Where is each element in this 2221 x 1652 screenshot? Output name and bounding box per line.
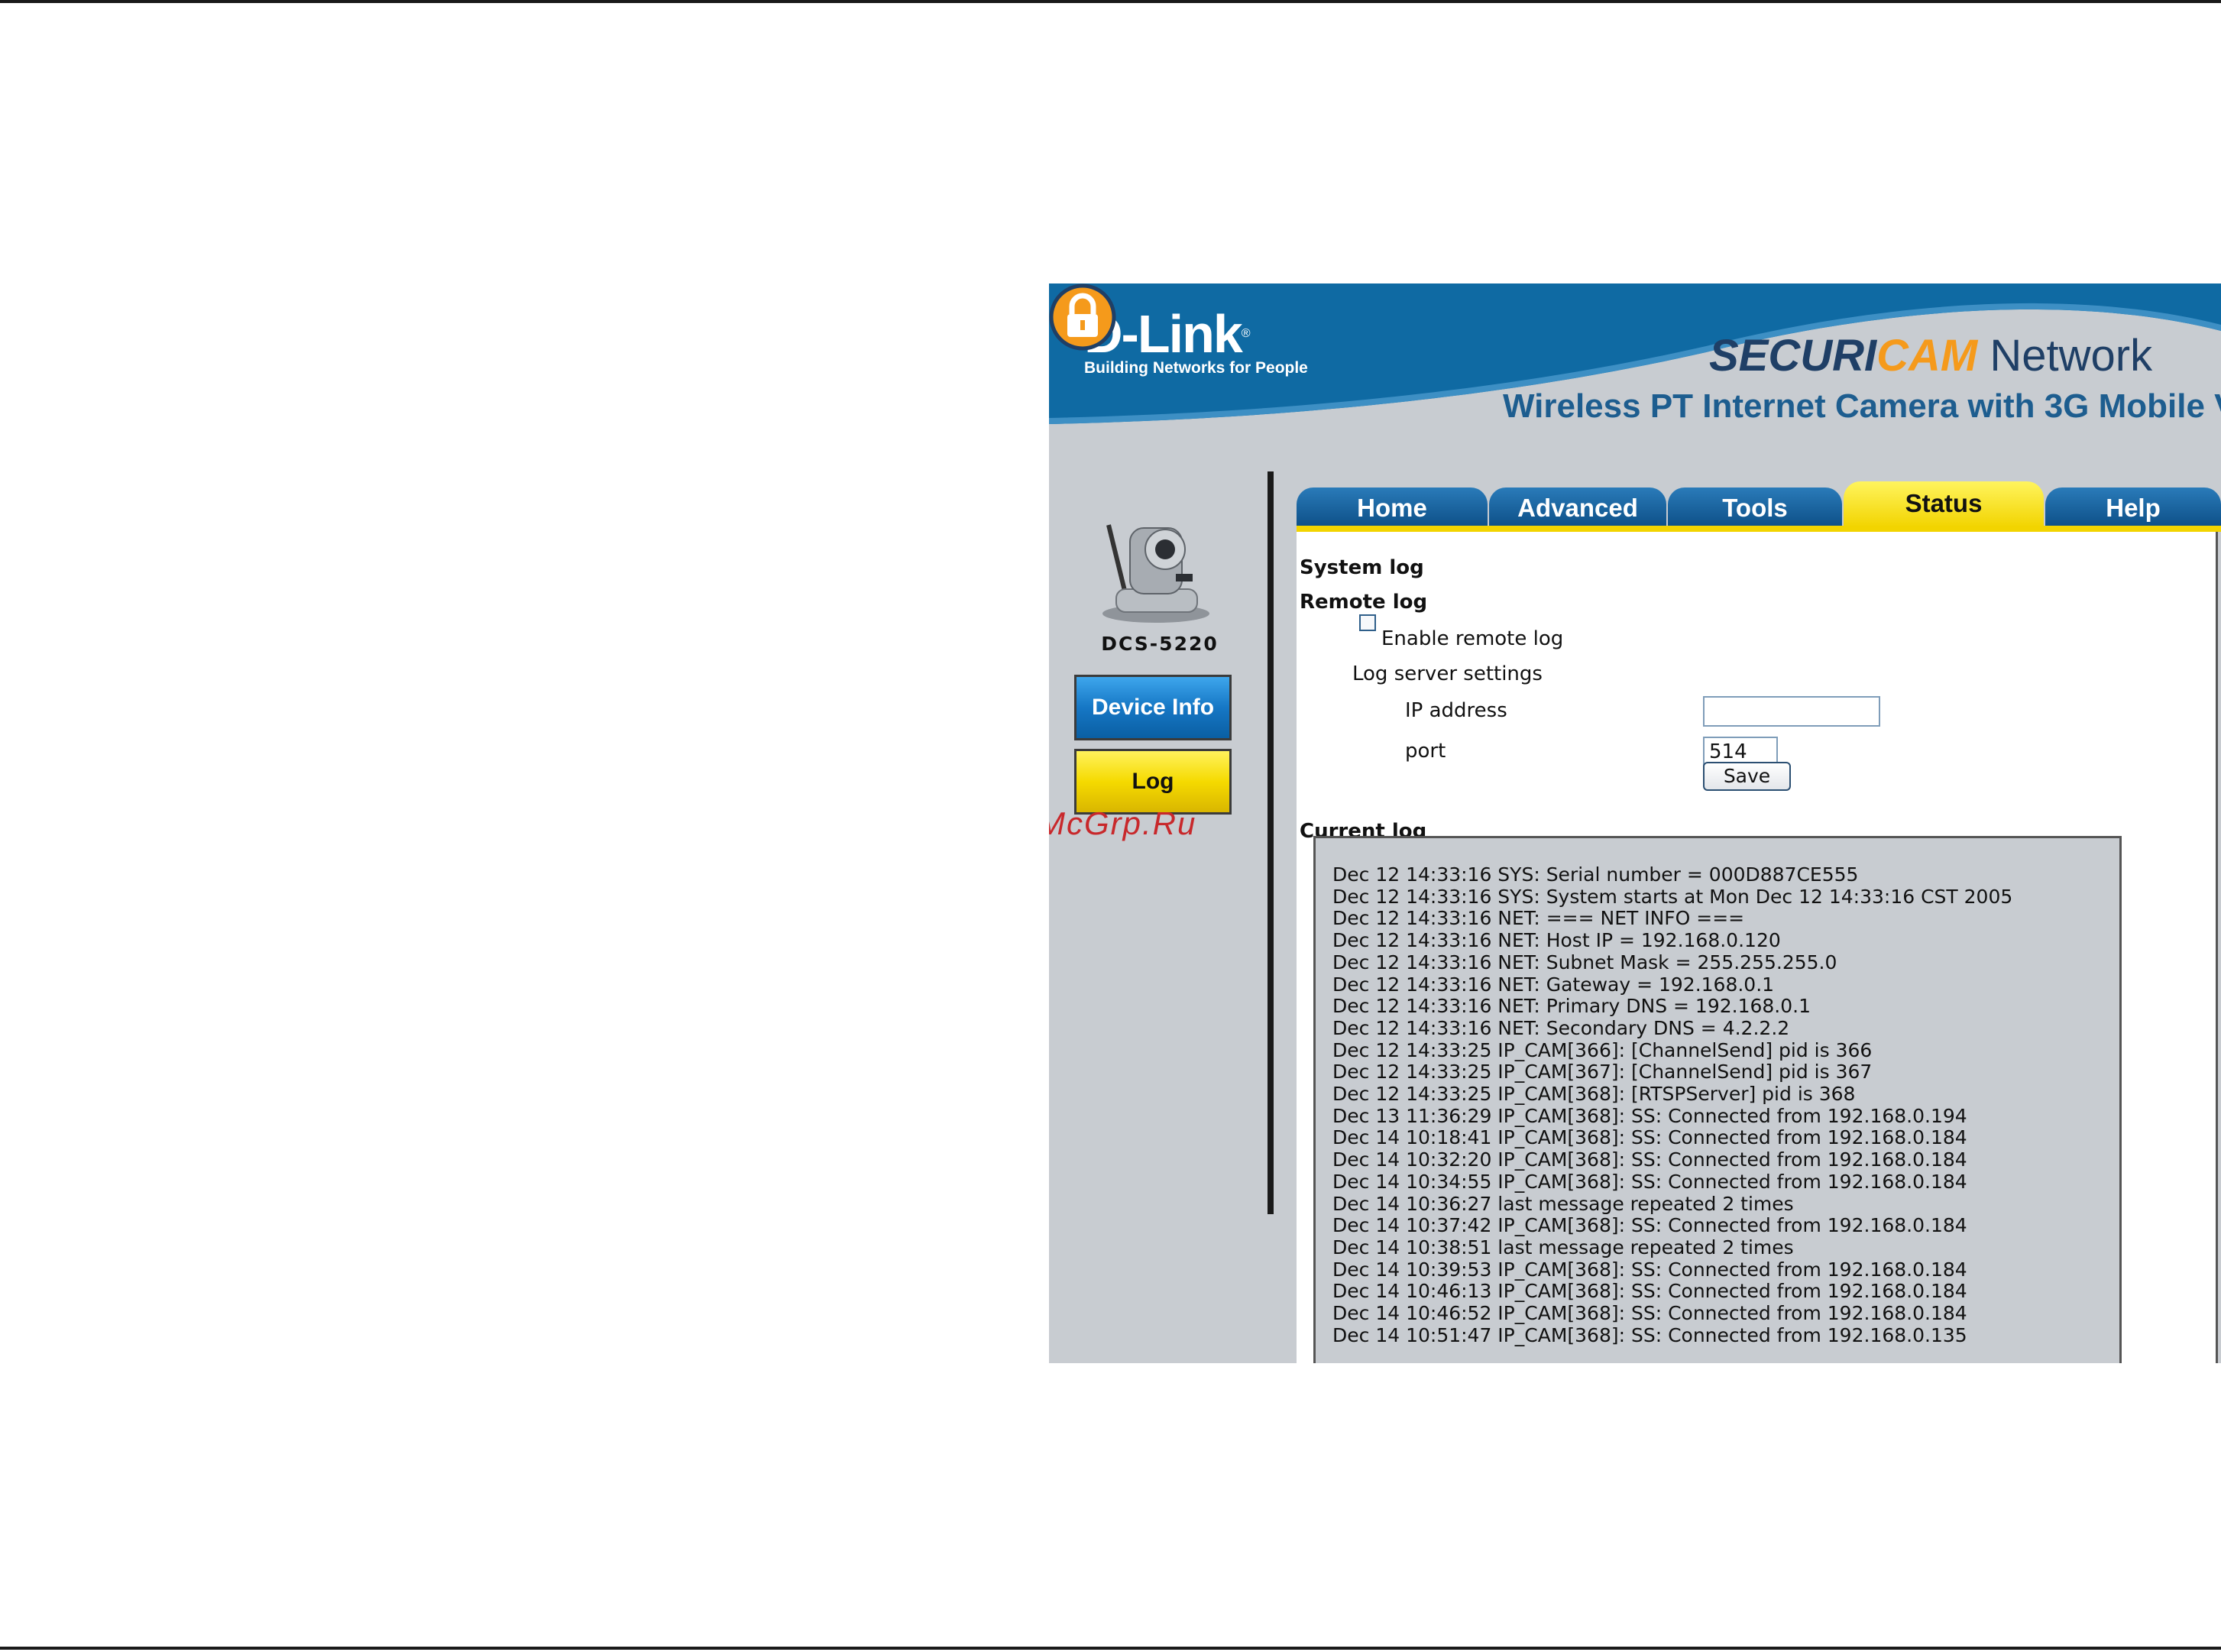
product-title: Wireless PT Internet Camera with 3G Mobi… (1503, 387, 2221, 425)
log-entry: Dec 14 10:39:53 IP_CAM[368]: SS: Connect… (1332, 1258, 1967, 1281)
log-entry: Dec 14 10:46:52 IP_CAM[368]: SS: Connect… (1332, 1302, 1967, 1325)
ip-address-label: IP address (1405, 699, 1507, 722)
enable-remote-log-label: Enable remote log (1381, 627, 1564, 650)
tab-tools[interactable]: Tools (1668, 488, 1842, 527)
log-entry: Dec 12 14:33:25 IP_CAM[366]: [ChannelSen… (1332, 1038, 1873, 1061)
log-entry: Dec 14 10:32:20 IP_CAM[368]: SS: Connect… (1332, 1148, 1967, 1171)
log-entry: Dec 14 10:38:51 last message repeated 2 … (1332, 1236, 1794, 1258)
log-entry: Dec 12 14:33:25 IP_CAM[367]: [ChannelSen… (1332, 1061, 1873, 1084)
model-label: DCS-5220 (1101, 633, 1219, 655)
tab-help[interactable]: Help (2045, 488, 2221, 527)
log-entry: Dec 12 14:33:16 NET: === NET INFO === (1332, 907, 1745, 930)
log-entry: Dec 14 10:34:55 IP_CAM[368]: SS: Connect… (1332, 1170, 1967, 1193)
tab-underline (1297, 526, 2221, 532)
log-entry: Dec 12 14:33:16 SYS: Serial number = 000… (1332, 863, 1859, 886)
log-entry: Dec 13 11:36:29 IP_CAM[368]: SS: Connect… (1332, 1104, 1967, 1127)
log-entry: Dec 12 14:33:16 NET: Gateway = 192.168.0… (1332, 973, 1775, 996)
log-entry: Dec 14 10:37:42 IP_CAM[368]: SS: Connect… (1332, 1214, 1967, 1237)
camera-web-ui: D-Link® Building Networks for People SEC… (1049, 283, 2221, 1363)
tab-home[interactable]: Home (1297, 488, 1488, 527)
bottom-rule (0, 1647, 2221, 1650)
sidebar-divider (1268, 471, 1274, 1214)
header-banner: D-Link® Building Networks for People SEC… (1049, 283, 2221, 441)
lock-icon (1049, 283, 1116, 351)
log-entry: Dec 12 14:33:25 IP_CAM[368]: [RTSPServer… (1332, 1083, 1856, 1106)
device-info-button[interactable]: Device Info (1074, 675, 1232, 740)
log-entry: Dec 12 14:33:16 SYS: System starts at Mo… (1332, 885, 2013, 908)
current-log-textarea[interactable]: Dec 12 14:33:16 SYS: Serial number = 000… (1313, 836, 2122, 1363)
enable-remote-log-checkbox[interactable] (1359, 614, 1376, 631)
port-label: port (1405, 740, 1446, 763)
tab-status[interactable]: Status (1844, 481, 2044, 527)
log-server-settings-label: Log server settings (1352, 662, 1543, 685)
ip-address-input[interactable] (1703, 696, 1880, 727)
tab-advanced[interactable]: Advanced (1489, 488, 1666, 527)
log-entry: Dec 14 10:51:47 IP_CAM[368]: SS: Connect… (1332, 1323, 1967, 1346)
log-entry: Dec 14 10:18:41 IP_CAM[368]: SS: Connect… (1332, 1126, 1967, 1149)
system-log-panel: System log Remote log Enable remote log … (1297, 532, 2218, 1363)
tab-bar: Home Advanced Tools Status Help (1297, 480, 2221, 533)
camera-image (1102, 524, 1209, 623)
log-entry: Dec 14 10:36:27 last message repeated 2 … (1332, 1192, 1794, 1215)
top-rule (0, 0, 2221, 3)
securicam-logo: SECURICAM Network (1709, 331, 2153, 381)
log-entry: Dec 12 14:33:16 NET: Subnet Mask = 255.2… (1332, 951, 1837, 973)
system-log-title: System log (1300, 556, 1424, 579)
dlink-tagline: Building Networks for People (1084, 359, 1308, 377)
log-entry: Dec 14 10:46:13 IP_CAM[368]: SS: Connect… (1332, 1280, 1967, 1303)
watermark: McGrp.Ru (1049, 805, 1197, 841)
log-entry: Dec 12 14:33:16 NET: Primary DNS = 192.1… (1332, 995, 1811, 1018)
log-entry: Dec 12 14:33:16 NET: Secondary DNS = 4.2… (1332, 1016, 1790, 1039)
log-entry: Dec 12 14:33:16 NET: Host IP = 192.168.0… (1332, 929, 1781, 952)
save-button[interactable]: Save (1703, 762, 1791, 791)
log-entries: Dec 12 14:33:16 SYS: Serial number = 000… (1332, 863, 2013, 1346)
remote-log-title: Remote log (1300, 591, 1428, 614)
